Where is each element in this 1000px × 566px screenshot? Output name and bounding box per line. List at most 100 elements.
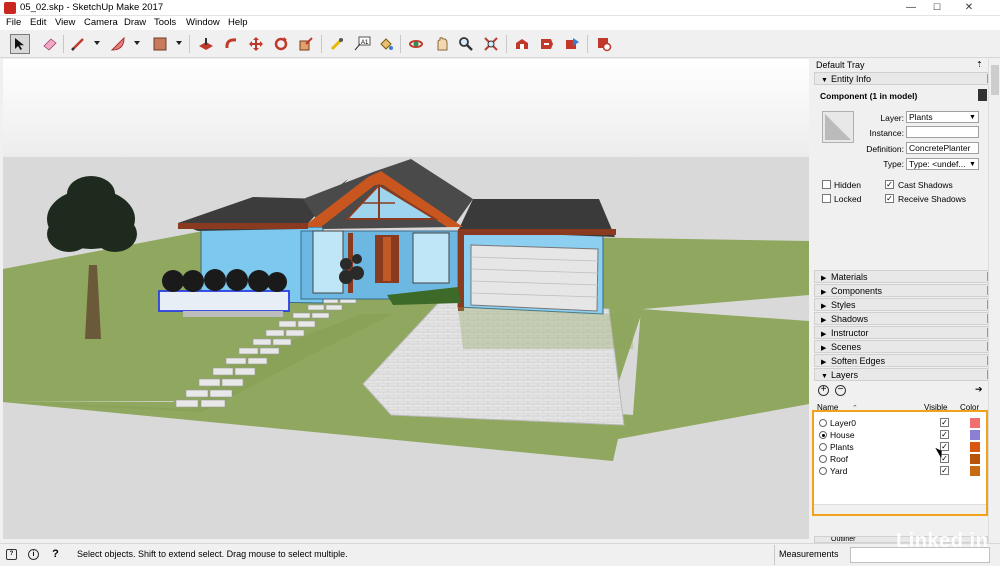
receive-shadows-checkbox[interactable]: ✓ bbox=[885, 194, 894, 203]
active-layer-radio[interactable] bbox=[819, 455, 827, 463]
menu-window[interactable]: Window bbox=[186, 17, 220, 28]
scenes-header[interactable]: ▶Scenes✕ bbox=[814, 340, 1000, 353]
eraser-tool-icon[interactable] bbox=[40, 34, 60, 54]
layer-visible-checkbox[interactable]: ✓ bbox=[940, 466, 949, 475]
layer-visible-checkbox[interactable]: ✓ bbox=[940, 418, 949, 427]
layer-name: Yard bbox=[830, 466, 848, 476]
definition-field[interactable]: ConcretePlanter bbox=[906, 142, 979, 154]
shape-tool-dropdown-icon[interactable] bbox=[176, 41, 182, 45]
active-layer-radio[interactable] bbox=[819, 443, 827, 451]
maximize-button[interactable]: ☐ bbox=[924, 0, 950, 16]
layers-horizontal-scrollbar[interactable] bbox=[814, 504, 986, 514]
materials-header[interactable]: ▶Materials✕ bbox=[814, 270, 1000, 283]
text-tool-icon[interactable]: A1 bbox=[352, 34, 372, 54]
components-header[interactable]: ▶Components✕ bbox=[814, 284, 1000, 297]
receive-shadows-label: Receive Shadows bbox=[898, 194, 967, 204]
line-tool-icon[interactable] bbox=[68, 34, 88, 54]
menu-draw[interactable]: Draw bbox=[124, 17, 146, 28]
menu-edit[interactable]: Edit bbox=[30, 17, 46, 28]
cast-shadows-checkbox[interactable]: ✓ bbox=[885, 180, 894, 189]
window-title: 05_02.skp - SketchUp Make 2017 bbox=[20, 2, 164, 13]
menu-tools[interactable]: Tools bbox=[154, 17, 176, 28]
main-toolbar: A1 bbox=[0, 30, 1000, 58]
menu-file[interactable]: File bbox=[6, 17, 21, 28]
3d-warehouse-icon[interactable] bbox=[512, 34, 532, 54]
move-tool-icon[interactable] bbox=[246, 34, 266, 54]
layer-color-swatch[interactable] bbox=[970, 454, 980, 464]
push-pull-tool-icon[interactable] bbox=[196, 34, 216, 54]
geo-location-icon[interactable]: ? bbox=[6, 549, 17, 560]
tray-pin-icon[interactable]: ⇡ bbox=[976, 60, 983, 69]
layer-details-icon[interactable]: ➔ bbox=[975, 384, 983, 395]
type-label: Type: bbox=[883, 159, 904, 169]
rectangle-tool-icon[interactable] bbox=[150, 34, 170, 54]
styles-header[interactable]: ▶Styles✕ bbox=[814, 298, 1000, 311]
status-message: Select objects. Shift to extend select. … bbox=[77, 549, 348, 559]
layer-row[interactable]: Layer0 ✓ bbox=[818, 417, 986, 429]
layer-label: Layer: bbox=[880, 113, 904, 123]
instructor-header[interactable]: ▶Instructor✕ bbox=[814, 326, 1000, 339]
rotate-tool-icon[interactable] bbox=[271, 34, 291, 54]
layer-visible-checkbox[interactable]: ✓ bbox=[940, 430, 949, 439]
layer-color-swatch[interactable] bbox=[970, 418, 980, 428]
close-button[interactable]: ✕ bbox=[952, 0, 986, 16]
title-bar: 05_02.skp - SketchUp Make 2017 — ☐ ✕ bbox=[0, 0, 1000, 16]
pan-tool-icon[interactable] bbox=[432, 34, 452, 54]
modeling-viewport[interactable] bbox=[3, 59, 809, 539]
minimize-button[interactable]: — bbox=[898, 0, 924, 16]
paint-bucket-tool-icon[interactable] bbox=[376, 34, 396, 54]
share-model-icon[interactable] bbox=[537, 34, 557, 54]
zoom-extents-tool-icon[interactable] bbox=[481, 34, 501, 54]
layer-color-swatch[interactable] bbox=[970, 430, 980, 440]
shadows-header[interactable]: ▶Shadows✕ bbox=[814, 312, 1000, 325]
layer-row[interactable]: Plants ✓ bbox=[818, 441, 986, 453]
soften-edges-header[interactable]: ▶Soften Edges✕ bbox=[814, 354, 1000, 367]
layer-name: Plants bbox=[830, 442, 854, 452]
scale-tool-icon[interactable] bbox=[296, 34, 316, 54]
entity-info-header[interactable]: ▼Entity Info✕ bbox=[814, 72, 1000, 85]
zoom-tool-icon[interactable] bbox=[456, 34, 476, 54]
menu-help[interactable]: Help bbox=[228, 17, 248, 28]
follow-me-tool-icon[interactable] bbox=[222, 34, 242, 54]
select-tool-icon[interactable] bbox=[10, 34, 30, 54]
component-title: Component (1 in model) bbox=[820, 91, 918, 101]
instance-field[interactable] bbox=[906, 126, 979, 138]
tape-measure-tool-icon[interactable] bbox=[327, 34, 347, 54]
layer-color-swatch[interactable] bbox=[970, 442, 980, 452]
orbit-tool-icon[interactable] bbox=[406, 34, 426, 54]
share-component-icon[interactable] bbox=[562, 34, 582, 54]
component-options-icon[interactable] bbox=[978, 89, 987, 101]
component-thumbnail bbox=[822, 111, 854, 143]
hidden-checkbox[interactable] bbox=[822, 180, 831, 189]
layer-row[interactable]: House ✓ bbox=[818, 429, 986, 441]
definition-label: Definition: bbox=[866, 144, 904, 154]
layer-color-swatch[interactable] bbox=[970, 466, 980, 476]
menu-view[interactable]: View bbox=[55, 17, 75, 28]
active-layer-radio[interactable] bbox=[819, 467, 827, 475]
arc-tool-dropdown-icon[interactable] bbox=[134, 41, 140, 45]
menu-camera[interactable]: Camera bbox=[84, 17, 118, 28]
locked-checkbox[interactable] bbox=[822, 194, 831, 203]
measurements-label: Measurements bbox=[779, 549, 839, 559]
layer-name: Roof bbox=[830, 454, 848, 464]
instance-label: Instance: bbox=[869, 128, 905, 138]
layers-header[interactable]: ▼Layers✕ bbox=[814, 368, 1000, 381]
arc-tool-icon[interactable] bbox=[108, 34, 128, 54]
layer-dropdown-icon[interactable]: ▼ bbox=[969, 114, 976, 121]
sky-background bbox=[3, 59, 809, 159]
scrollbar-thumb[interactable] bbox=[991, 65, 999, 95]
tray-vertical-scrollbar[interactable] bbox=[988, 59, 1000, 543]
credits-icon[interactable]: i bbox=[28, 549, 39, 560]
type-dropdown-icon[interactable]: ▼ bbox=[969, 161, 976, 168]
add-layer-icon[interactable]: + bbox=[818, 385, 829, 396]
delete-layer-icon[interactable]: − bbox=[835, 385, 846, 396]
layer-row[interactable]: Roof ✓ bbox=[818, 453, 986, 465]
line-tool-dropdown-icon[interactable] bbox=[94, 41, 100, 45]
active-layer-radio[interactable] bbox=[819, 419, 827, 427]
locked-label: Locked bbox=[834, 194, 862, 204]
extension-warehouse-icon[interactable] bbox=[594, 34, 614, 54]
layer-row[interactable]: Yard ✓ bbox=[818, 465, 986, 477]
active-layer-radio[interactable] bbox=[819, 431, 827, 439]
shrubs-planter bbox=[158, 269, 290, 317]
instructor-toggle-icon[interactable]: ? bbox=[50, 549, 61, 560]
